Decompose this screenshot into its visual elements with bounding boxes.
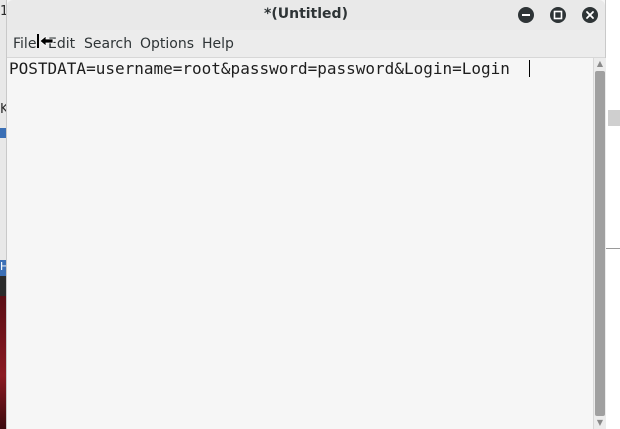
mouse-cursor-icon: [37, 34, 54, 48]
background-divider: [606, 248, 620, 249]
scroll-up-arrow-icon[interactable]: ▲: [594, 58, 606, 70]
vertical-scrollbar[interactable]: ▲ ▼: [593, 58, 606, 429]
background-element: [608, 110, 620, 126]
text-area[interactable]: POSTDATA=username=root&password=password…: [7, 58, 593, 429]
menu-options[interactable]: Options: [140, 36, 194, 52]
minimize-button[interactable]: [518, 7, 534, 23]
close-button[interactable]: [582, 7, 598, 23]
menu-search[interactable]: Search: [84, 36, 132, 52]
window-title: *(Untitled): [264, 6, 348, 22]
text-editor-window: *(Untitled) File Edit Search Options Hel…: [6, 0, 606, 429]
text-caret: [529, 60, 530, 77]
scrollbar-thumb[interactable]: [595, 71, 605, 416]
background-window-right: [606, 0, 620, 429]
close-icon: [586, 11, 594, 19]
titlebar[interactable]: *(Untitled): [7, 0, 605, 31]
maximize-button[interactable]: [550, 7, 566, 23]
menu-file[interactable]: File: [13, 36, 36, 52]
scroll-down-arrow-icon[interactable]: ▼: [594, 417, 606, 429]
editor-line: POSTDATA=username=root&password=password…: [9, 59, 510, 78]
maximize-icon: [553, 10, 563, 20]
menu-help[interactable]: Help: [202, 36, 234, 52]
menubar: File Edit Search Options Help: [7, 30, 605, 58]
minimize-icon: [522, 14, 530, 16]
